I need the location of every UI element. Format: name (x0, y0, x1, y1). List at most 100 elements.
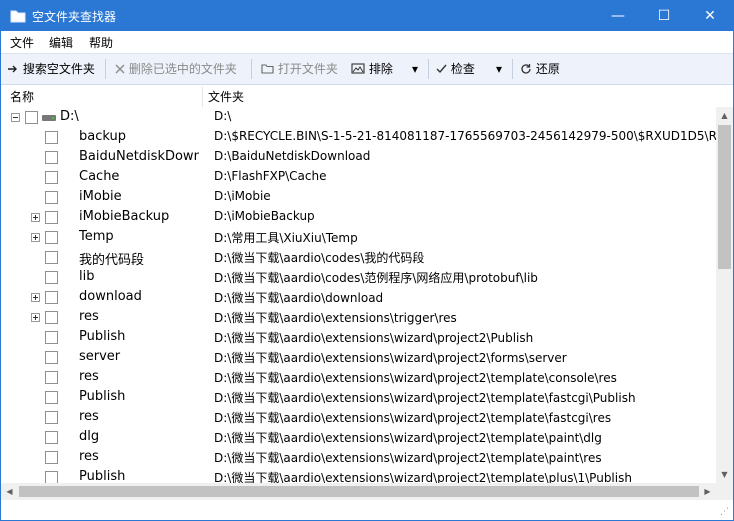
exclude-button[interactable]: 排除 (351, 58, 393, 80)
row-path: D:\微当下载\aardio\codes\我的代码段 (214, 251, 425, 265)
collapse-icon[interactable] (11, 113, 20, 122)
tree-row[interactable]: D:\ D:\ (1, 108, 716, 128)
close-button[interactable]: ✕ (687, 1, 733, 31)
tree-row[interactable]: server D:\微当下载\aardio\extensions\wizard\p… (1, 348, 716, 368)
row-checkbox[interactable] (45, 211, 58, 224)
row-checkbox[interactable] (45, 151, 58, 164)
row-checkbox[interactable] (45, 251, 58, 264)
row-path: D:\微当下载\aardio\extensions\wizard\project… (214, 351, 567, 365)
tree-row[interactable]: 我的代码段 D:\微当下载\aardio\codes\我的代码段 (1, 248, 716, 268)
row-name: iMobie (79, 189, 122, 204)
status-bar: ⋰ (1, 500, 733, 520)
row-path: D:\微当下载\aardio\extensions\wizard\project… (214, 431, 602, 445)
minimize-button[interactable]: — (595, 1, 641, 31)
column-splitter[interactable] (202, 87, 203, 107)
row-path: D:\ (214, 109, 232, 123)
row-checkbox[interactable] (45, 191, 58, 204)
tree-row[interactable]: res D:\微当下载\aardio\extensions\trigger\res (1, 308, 716, 328)
row-checkbox[interactable] (45, 231, 58, 244)
expand-icon[interactable] (31, 213, 40, 222)
row-path: D:\微当下载\aardio\download (214, 291, 384, 305)
tree-row[interactable]: res D:\微当下载\aardio\extensions\wizard\proj… (1, 448, 716, 468)
row-checkbox[interactable] (45, 351, 58, 364)
resize-grip-icon[interactable]: ⋰ (720, 507, 730, 517)
drive-icon (42, 115, 56, 121)
horizontal-scroll-thumb[interactable] (19, 486, 699, 497)
tree-row[interactable]: Publish D:\微当下载\aardio\extensions\wizard\… (1, 328, 716, 348)
row-path: D:\微当下载\aardio\extensions\wizard\project… (214, 471, 632, 483)
column-header-folder[interactable]: 文件夹 (208, 88, 244, 105)
check-label: 检查 (450, 62, 475, 76)
delete-selected-button[interactable]: 删除已选中的文件夹 (115, 58, 237, 80)
tree-row[interactable]: iMobieBackup D:\iMobieBackup (1, 208, 716, 228)
row-checkbox[interactable] (45, 451, 58, 464)
row-checkbox[interactable] (45, 271, 58, 284)
row-checkbox[interactable] (25, 111, 38, 124)
toolbar-separator (512, 59, 513, 79)
row-checkbox[interactable] (45, 311, 58, 324)
expand-icon[interactable] (31, 233, 40, 242)
toolbar-separator (105, 59, 106, 79)
check-button[interactable]: 检查 (436, 58, 475, 80)
row-name: iMobieBackup (79, 209, 170, 224)
row-checkbox[interactable] (45, 291, 58, 304)
column-header-name[interactable]: 名称 (10, 88, 34, 105)
row-checkbox[interactable] (45, 391, 58, 404)
tree-row[interactable]: lib D:\微当下载\aardio\codes\范例程序\网络应用\protob… (1, 268, 716, 288)
row-checkbox[interactable] (45, 131, 58, 144)
scroll-up-icon[interactable]: ▲ (716, 107, 733, 124)
row-path: D:\微当下载\aardio\extensions\wizard\project… (214, 451, 602, 465)
tree-row[interactable]: BaiduNetdiskDownload D:\BaiduNetdiskDownl… (1, 148, 716, 168)
folder-icon (261, 62, 278, 76)
row-checkbox[interactable] (45, 371, 58, 384)
row-checkbox[interactable] (45, 171, 58, 184)
row-checkbox[interactable] (45, 331, 58, 344)
search-empty-folders-button[interactable]: 搜索空文件夹 (7, 58, 95, 80)
row-path: D:\微当下载\aardio\extensions\trigger\res (214, 311, 457, 325)
row-path: D:\iMobie (214, 189, 271, 203)
row-checkbox[interactable] (45, 471, 58, 483)
row-path: D:\微当下载\aardio\extensions\wizard\project… (214, 391, 636, 405)
row-name: lib (79, 269, 95, 284)
expand-icon[interactable] (31, 313, 40, 322)
row-path: D:\$RECYCLE.BIN\S-1-5-21-814081187-17655… (214, 129, 716, 143)
horizontal-scrollbar[interactable]: ◀ ▶ (1, 483, 716, 500)
tree-row[interactable]: res D:\微当下载\aardio\extensions\wizard\proj… (1, 368, 716, 388)
tree-row[interactable]: Publish D:\微当下载\aardio\extensions\wizard\… (1, 468, 716, 483)
check-dropdown-arrow[interactable]: ▾ (496, 58, 502, 80)
title-bar[interactable]: 空文件夹查找器 — ☐ ✕ (1, 1, 733, 31)
menu-help[interactable]: 帮助 (89, 34, 113, 51)
open-folder-button[interactable]: 打开文件夹 (261, 58, 338, 80)
row-checkbox[interactable] (45, 431, 58, 444)
row-name: res (79, 309, 99, 324)
row-name: BaiduNetdiskDownload (79, 149, 199, 164)
tree-row[interactable]: iMobie D:\iMobie (1, 188, 716, 208)
folder-tree[interactable]: D:\ D:\ backup D:\$RECYCLE.BIN\S-1-5-21-814… (1, 107, 716, 483)
expand-icon[interactable] (31, 293, 40, 302)
tree-row[interactable]: res D:\微当下载\aardio\extensions\wizard\proj… (1, 408, 716, 428)
tree-row[interactable]: Temp D:\常用工具\XiuXiu\Temp (1, 228, 716, 248)
restore-button[interactable]: 还原 (520, 58, 560, 80)
exclude-label: 排除 (368, 62, 393, 76)
menu-edit[interactable]: 编辑 (49, 34, 73, 51)
checkmark-icon (436, 62, 451, 76)
scroll-left-icon[interactable]: ◀ (1, 483, 18, 500)
scroll-down-icon[interactable]: ▼ (716, 466, 733, 483)
tree-row[interactable]: Cache D:\FlashFXP\Cache (1, 168, 716, 188)
menu-file[interactable]: 文件 (10, 34, 34, 51)
row-path: D:\iMobieBackup (214, 209, 315, 223)
tree-row[interactable]: Publish D:\微当下载\aardio\extensions\wizard\… (1, 388, 716, 408)
delete-selected-label: 删除已选中的文件夹 (128, 62, 237, 76)
exclude-dropdown-arrow[interactable]: ▾ (412, 58, 418, 80)
menu-bar: 文件 编辑 帮助 (1, 31, 733, 53)
row-name: server (79, 349, 121, 364)
tree-row[interactable]: download D:\微当下载\aardio\download (1, 288, 716, 308)
tree-row[interactable]: backup D:\$RECYCLE.BIN\S-1-5-21-814081187… (1, 128, 716, 148)
vertical-scrollbar[interactable]: ▲ ▼ (716, 107, 733, 483)
scroll-right-icon[interactable]: ▶ (699, 483, 716, 500)
maximize-button[interactable]: ☐ (641, 1, 687, 31)
row-checkbox[interactable] (45, 411, 58, 424)
tree-row[interactable]: dlg D:\微当下载\aardio\extensions\wizard\proj… (1, 428, 716, 448)
vertical-scroll-thumb[interactable] (718, 125, 731, 269)
column-header: 名称 文件夹 (1, 85, 715, 107)
